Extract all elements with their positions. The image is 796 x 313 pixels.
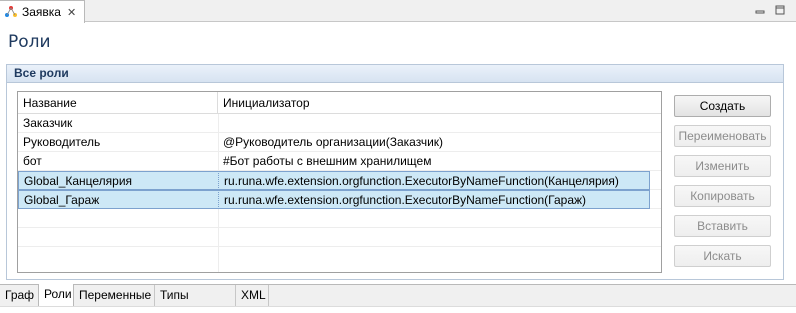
- page-title: Роли: [8, 32, 51, 52]
- copy-button[interactable]: Копировать: [674, 185, 771, 207]
- table-row[interactable]: Заказчик: [18, 114, 661, 133]
- paste-button[interactable]: Вставить: [674, 215, 771, 237]
- table-row-empty[interactable]: [18, 209, 661, 228]
- role-initializer-cell: @Руководитель организации(Заказчик): [223, 135, 444, 149]
- role-name-cell: бот: [23, 154, 42, 168]
- tab-roles[interactable]: Роли: [38, 284, 74, 308]
- role-name-cell: Руководитель: [23, 135, 101, 149]
- role-initializer-cell: #Бот работы с внешним хранилищем: [223, 154, 432, 168]
- edit-button[interactable]: Изменить: [674, 155, 771, 177]
- table-row[interactable]: Руководитель @Руководитель организации(З…: [18, 133, 661, 152]
- column-header-initializer[interactable]: Инициализатор: [218, 92, 661, 114]
- process-icon: [4, 5, 18, 19]
- role-name-cell: Global_Канцелярия: [18, 171, 218, 190]
- search-button[interactable]: Искать: [674, 245, 771, 267]
- tab-variables[interactable]: Переменные: [74, 285, 155, 307]
- role-initializer-cell: [218, 114, 650, 133]
- table-row-selected[interactable]: Global_Гараж ru.runa.wfe.extension.orgfu…: [18, 190, 661, 209]
- role-initializer-cell: ru.runa.wfe.extension.orgfunction.Execut…: [218, 190, 650, 209]
- table-row[interactable]: бот #Бот работы с внешним хранилищем: [18, 152, 661, 171]
- roles-table[interactable]: Название Инициализатор Заказчик Руководи…: [17, 91, 662, 273]
- editor-tab[interactable]: Заявка ✕: [0, 0, 85, 23]
- rename-button[interactable]: Переименовать: [674, 125, 771, 147]
- maximize-icon[interactable]: [774, 4, 786, 16]
- tab-data-types[interactable]: Типы данных: [155, 285, 236, 313]
- minimize-icon[interactable]: [754, 4, 766, 16]
- editor-tab-bar: Заявка ✕: [0, 0, 796, 23]
- tab-xml[interactable]: XML: [236, 285, 269, 307]
- bottom-tab-bar: Граф Роли Переменные Типы данных XML: [0, 284, 796, 313]
- section-title: Все роли: [7, 65, 783, 83]
- bottom-strip: [0, 306, 796, 313]
- role-name-cell: Заказчик: [23, 116, 73, 130]
- editor-tab-title: Заявка: [22, 5, 61, 19]
- table-row-selected[interactable]: Global_Канцелярия ru.runa.wfe.extension.…: [18, 171, 661, 190]
- table-header: Название Инициализатор: [18, 92, 661, 114]
- close-icon[interactable]: ✕: [67, 6, 76, 19]
- role-name-cell: Global_Гараж: [18, 190, 218, 209]
- role-actions: Создать Переименовать Изменить Копироват…: [674, 95, 771, 275]
- tab-graph[interactable]: Граф: [0, 285, 39, 307]
- role-initializer-cell: ru.runa.wfe.extension.orgfunction.Execut…: [218, 171, 650, 190]
- column-header-name[interactable]: Название: [18, 92, 218, 114]
- create-button[interactable]: Создать: [674, 95, 771, 117]
- table-row-empty[interactable]: [18, 228, 661, 247]
